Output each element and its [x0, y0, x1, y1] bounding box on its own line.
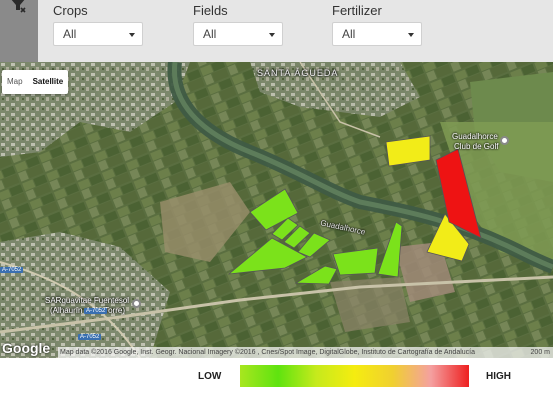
google-logo: Google	[2, 340, 51, 356]
attribution-text[interactable]: Map data ©2016 Google, Inst. Geogr. Naci…	[60, 349, 475, 356]
fertilizer-label: Fertilizer	[332, 3, 382, 18]
golf-poi-marker[interactable]	[500, 136, 509, 145]
legend-low-label: LOW	[198, 371, 222, 382]
map-scale: 200 m	[530, 349, 550, 356]
filter-bar: Crops All Fields All Fertilizer All	[0, 0, 553, 62]
legend: LOW HIGH	[0, 358, 553, 400]
road-badge: A-7052	[84, 308, 108, 314]
fields-select[interactable]: All	[193, 22, 283, 46]
map-type-control: Map Satellite	[2, 70, 69, 94]
crops-select-value: All	[63, 27, 77, 41]
map-type-map-button[interactable]: Map	[2, 70, 28, 94]
filter-toggle-button[interactable]	[0, 0, 38, 62]
legend-high-label: HIGH	[486, 371, 511, 382]
filter-clear-icon	[11, 0, 26, 13]
crops-label: Crops	[53, 3, 88, 18]
chevron-down-icon	[408, 33, 414, 37]
fields-label: Fields	[193, 3, 228, 18]
map-label-golf-club-line1: Guadalhorce	[452, 132, 498, 141]
map-attribution: Map data ©2016 Google, Inst. Geogr. Naci…	[58, 347, 553, 358]
road-badge: A-7052	[78, 334, 102, 340]
place-poi-marker[interactable]	[132, 299, 141, 308]
map-label-santa-agueda: SANTA ÁGUEDA	[257, 68, 339, 78]
satellite-map[interactable]: Map Satellite SANTA ÁGUEDA Guadalhorce C…	[0, 62, 553, 358]
crops-select[interactable]: All	[53, 22, 143, 46]
chevron-down-icon	[269, 33, 275, 37]
road-badge: A-7052	[0, 267, 24, 273]
chevron-down-icon	[129, 33, 135, 37]
legend-gradient-bar	[240, 365, 469, 387]
map-type-satellite-button[interactable]: Satellite	[28, 70, 69, 94]
map-label-golf-club-line2: Club de Golf	[454, 142, 499, 151]
fertilizer-select[interactable]: All	[332, 22, 422, 46]
fertilizer-select-value: All	[342, 27, 356, 41]
map-label-poi-line1: SARquavitae Fuentesol	[45, 296, 130, 305]
fields-select-value: All	[203, 27, 217, 41]
